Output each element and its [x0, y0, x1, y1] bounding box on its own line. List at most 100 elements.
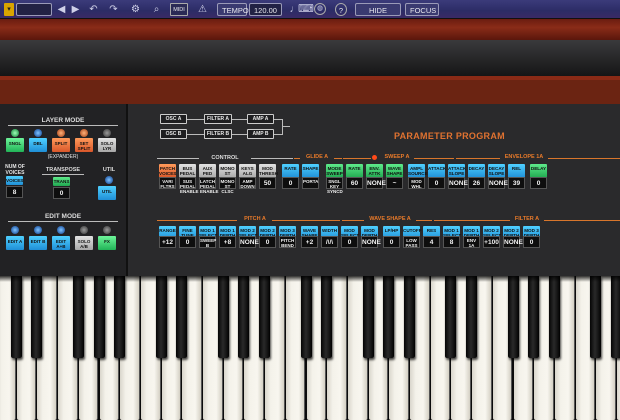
sweep-rule — [414, 158, 454, 159]
hide-keyboard-button[interactable]: HIDE KEYB — [355, 3, 401, 28]
row1-param-button[interactable]: MONO ST MODE — [219, 164, 236, 181]
row1-param-button[interactable]: BUS PEDAL MODE — [179, 164, 196, 181]
led-set-split — [80, 129, 88, 137]
wood-top-cheek — [0, 19, 620, 40]
row1-param-button[interactable]: RATE — [346, 164, 363, 178]
row1-param-button[interactable]: RATE — [282, 164, 299, 178]
led-solo-layer — [103, 129, 111, 137]
row1-param-button[interactable]: ENV. ATTK — [366, 164, 383, 178]
black-key[interactable] — [300, 276, 312, 358]
tempo-value-field[interactable]: 120.00 — [249, 3, 282, 16]
black-key[interactable] — [217, 276, 229, 358]
focus-button[interactable]: FOCUS — [405, 3, 439, 16]
row2-param-value: 0 — [383, 236, 400, 248]
black-key[interactable] — [93, 276, 105, 358]
black-key[interactable] — [528, 276, 540, 358]
edit-a-button[interactable]: EDIT A — [6, 236, 24, 250]
black-key[interactable] — [114, 276, 126, 358]
sweep-led — [372, 155, 377, 160]
midi-button[interactable]: MIDI — [170, 3, 188, 16]
next-preset-icon[interactable]: ▶ — [69, 3, 82, 16]
route-line — [187, 134, 204, 135]
row1-param-button[interactable]: ATTACK SLOPE — [448, 164, 466, 178]
filter-rule — [544, 220, 620, 221]
row2-param-value: +2 — [301, 236, 318, 248]
black-key[interactable] — [383, 276, 395, 358]
control-section-label: CONTROL — [211, 155, 239, 161]
black-key[interactable] — [31, 276, 43, 358]
black-key[interactable] — [176, 276, 188, 358]
black-key[interactable] — [548, 276, 560, 358]
black-key[interactable] — [321, 276, 333, 358]
set-split-button[interactable]: SET SPLIT — [75, 138, 93, 152]
black-key[interactable] — [445, 276, 457, 358]
row1-param-button[interactable]: DECAY SLOPE — [488, 164, 505, 178]
black-key[interactable] — [72, 276, 84, 358]
black-key[interactable] — [404, 276, 415, 358]
osc-a-box: OSC A — [160, 114, 187, 124]
gear-icon[interactable]: ⚙ — [129, 3, 142, 16]
preset-name-field[interactable] — [16, 3, 52, 16]
brain-icon[interactable]: ◍ — [314, 3, 326, 15]
edit-b-button[interactable]: EDIT B — [29, 236, 47, 250]
fx-button[interactable]: FX — [98, 236, 116, 250]
panel-backdrop — [0, 40, 620, 76]
row1-param-button[interactable]: DECAY — [468, 164, 485, 178]
row1-param-button[interactable]: MODE SWEEP — [326, 164, 343, 178]
help-button[interactable]: ? — [335, 3, 347, 16]
search-icon[interactable]: ⌕ — [150, 3, 163, 16]
black-key[interactable] — [590, 276, 602, 358]
redo-icon[interactable]: ↷ — [107, 3, 120, 16]
black-key[interactable] — [10, 276, 22, 358]
previous-preset-icon[interactable]: ◀ — [55, 3, 68, 16]
row1-param-button[interactable]: REL — [508, 164, 525, 178]
row2-param-value: 0 — [523, 236, 540, 248]
row1-param-button[interactable]: PATCH VOICES — [159, 164, 176, 178]
parameter-program-title: PARAMETER PROGRAM — [394, 131, 505, 141]
row1-param-value: SUS PEDAL ENABLE — [179, 177, 199, 194]
led-util — [105, 176, 113, 184]
amp-b-box: AMP B — [247, 129, 274, 139]
black-key[interactable] — [238, 276, 250, 358]
preset-menu-icon[interactable]: ▾ — [4, 3, 14, 16]
voices-button[interactable]: VOICES — [6, 176, 23, 185]
row1-param-button[interactable]: SHAPE — [302, 164, 319, 178]
black-key[interactable] — [155, 276, 167, 358]
solo-a-b-button[interactable]: SOLO A/B — [75, 236, 93, 250]
solo-layer-button[interactable]: SOLO LYR — [98, 138, 116, 152]
row1-param-button[interactable]: AUX PED MODE — [199, 164, 216, 181]
row1-param-button[interactable]: DELAY — [530, 164, 547, 178]
row1-param-value: MOD WHL — [408, 177, 425, 189]
black-key[interactable] — [507, 276, 519, 358]
util-button[interactable]: UTIL — [98, 186, 116, 200]
wood-rail — [0, 80, 620, 104]
keyboard-icon[interactable]: ⌨ — [298, 3, 314, 16]
row2-param-value: +12 — [159, 236, 176, 248]
row1-param-value: 0 — [282, 177, 299, 189]
row2-param-value: 4 — [423, 236, 440, 248]
black-key[interactable] — [611, 276, 620, 358]
row1-param-button[interactable]: AMPL SOURCE — [408, 164, 428, 178]
black-key[interactable] — [259, 276, 271, 358]
split-button[interactable]: SPLIT — [52, 138, 70, 152]
edit-mode-title: EDIT MODE — [44, 213, 82, 220]
row1-param-button[interactable]: WAVE SHAPE — [386, 164, 403, 178]
transpose-rule — [42, 174, 84, 175]
row1-param-button[interactable]: ATTACK — [428, 164, 446, 178]
black-key[interactable] — [362, 276, 374, 358]
row1-param-button[interactable]: KEYS ALG — [239, 164, 256, 178]
row1-param-value: 0 — [530, 177, 547, 189]
sngl-button[interactable]: SNGL — [6, 138, 24, 152]
edit-a-plus-b-button[interactable]: EDIT A+B — [52, 236, 70, 250]
filter-b-box: FILTER B — [204, 129, 232, 139]
led-fx — [103, 226, 111, 234]
dbl-button[interactable]: DBL — [29, 138, 47, 152]
transpose-button[interactable]: TRANS — [53, 177, 70, 186]
undo-icon[interactable]: ↶ — [87, 3, 100, 16]
warning-icon[interactable]: ⚠ — [196, 3, 209, 16]
tempo-label: TEMPO — [217, 3, 249, 16]
row1-param-button[interactable]: MOD THRESH — [259, 164, 278, 178]
black-key[interactable] — [466, 276, 478, 358]
sweep-rule — [343, 158, 371, 159]
filter-a-box: FILTER A — [204, 114, 232, 124]
